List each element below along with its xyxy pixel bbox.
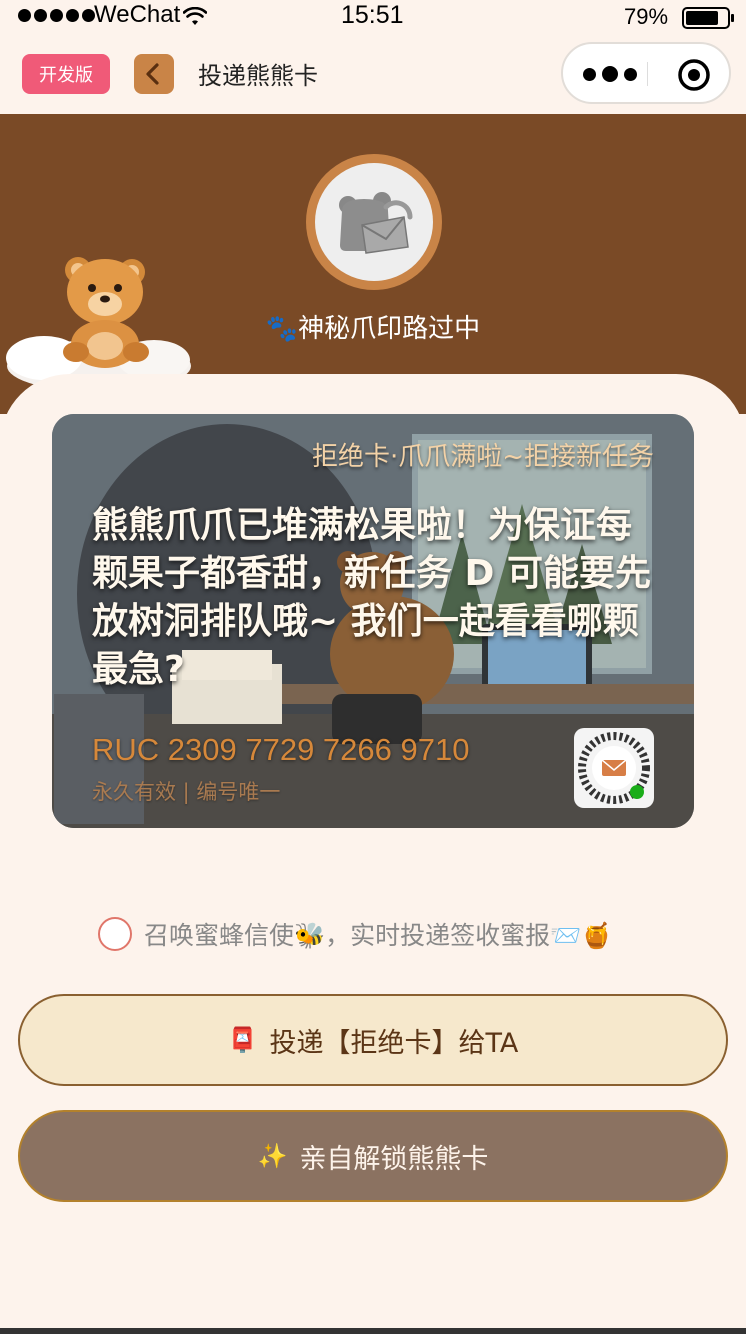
- bee-notify-option[interactable]: 召唤蜜蜂信使🐝，实时投递签收蜜报📨🍯: [98, 916, 612, 952]
- reject-card-preview: 拒绝卡·爪爪满啦~拒接新任务 熊熊爪爪已堆满松果啦！为保证每颗果子都香甜，新任务…: [52, 414, 694, 828]
- carrier-name: WeChat: [94, 1, 181, 28]
- deliver-card-button[interactable]: 📮 投递【拒绝卡】给TA: [18, 994, 728, 1086]
- bear-envelope-icon: [339, 192, 413, 254]
- header-status-text: 🐾神秘爪印路过中: [265, 314, 481, 344]
- wifi-icon: [182, 5, 208, 33]
- card-type-title: 拒绝卡·爪爪满啦~拒接新任务: [311, 442, 654, 472]
- battery-percent: 79%: [624, 4, 669, 29]
- battery-fill: [686, 11, 718, 25]
- deliver-button-label: 投递【拒绝卡】给TA: [269, 1027, 519, 1059]
- avatar: [306, 154, 442, 290]
- dev-version-badge: 开发版: [22, 54, 110, 94]
- mini-program-qr-code: [574, 728, 654, 808]
- page-title: 投递熊熊卡: [198, 62, 318, 90]
- bottom-edge: [0, 1328, 746, 1334]
- navigation-bar: 开发版 投递熊熊卡: [0, 34, 746, 114]
- status-bar: WeChat 15:51 79%: [0, 0, 746, 34]
- close-mini-program-icon[interactable]: [677, 58, 711, 96]
- unlock-button-label: 亲自解锁熊熊卡: [299, 1143, 489, 1175]
- clock: 15:51: [341, 1, 404, 29]
- more-options-icon[interactable]: [583, 66, 637, 82]
- card-code: RUC 2309 7729 7266 9710: [92, 732, 470, 767]
- signal-strength-icon: [18, 9, 95, 22]
- notify-radio-button[interactable]: [98, 917, 132, 951]
- back-button[interactable]: [134, 54, 174, 94]
- unlock-card-button[interactable]: ✨ 亲自解锁熊熊卡: [18, 1110, 728, 1202]
- notify-label: 召唤蜜蜂信使🐝，实时投递签收蜜报📨🍯: [144, 921, 613, 950]
- mini-program-capsule: [561, 42, 731, 104]
- card-message: 熊熊爪爪已堆满松果啦！为保证每颗果子都香甜，新任务 D 可能要先放树洞排队哦~ …: [92, 505, 651, 690]
- battery-icon: [682, 7, 734, 29]
- card-validity: 永久有效 | 编号唯一: [92, 780, 281, 804]
- chevron-left-icon: [146, 63, 159, 85]
- mailbox-icon: 📮: [227, 1026, 258, 1054]
- sparkles-icon: ✨: [257, 1142, 288, 1170]
